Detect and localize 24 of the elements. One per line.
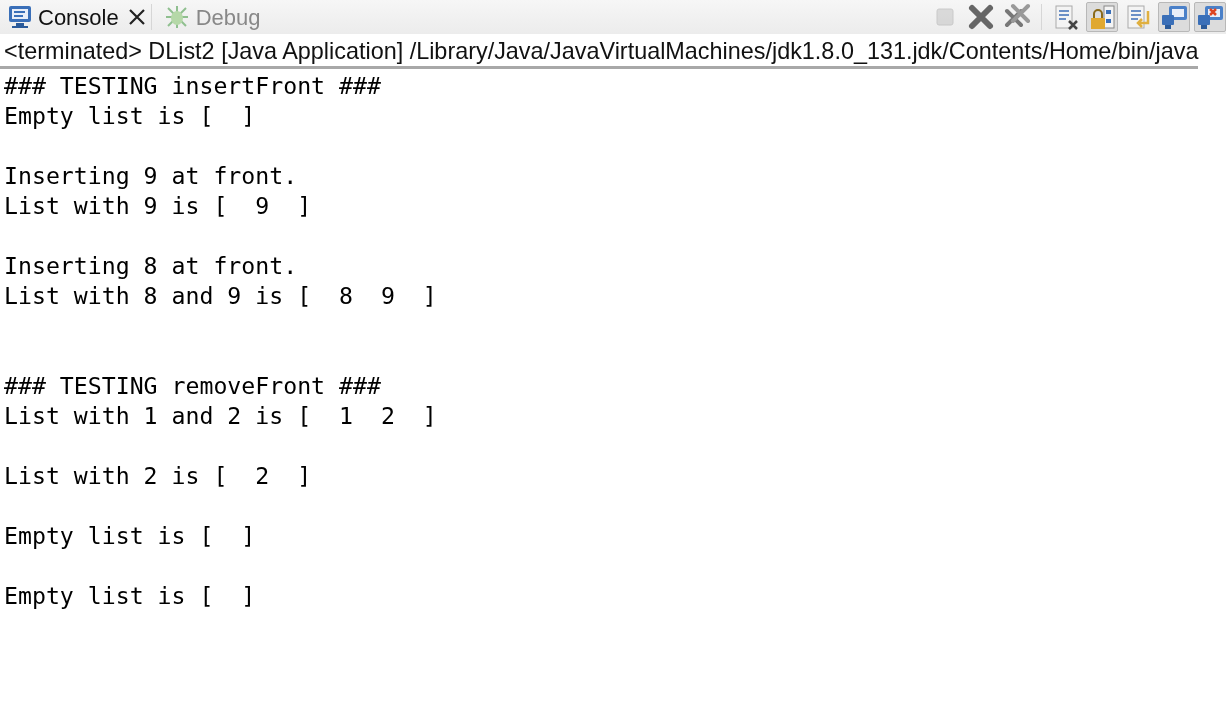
console-line: Inserting 9 at front. — [4, 161, 298, 191]
view-tab[interactable]: Console — [0, 0, 127, 34]
document-x-icon — [1052, 3, 1080, 31]
monitor-icon — [8, 5, 32, 29]
padlock-icon — [1088, 3, 1116, 31]
console-line: Inserting 8 at front. — [4, 251, 298, 281]
monitor-icon — [1160, 3, 1188, 31]
padlock-button[interactable] — [1086, 2, 1118, 32]
console-line: Empty list is [ ] — [4, 101, 256, 131]
monitor-x-button[interactable] — [1194, 2, 1226, 32]
close-icon — [967, 3, 995, 31]
monitor-x-icon — [1196, 3, 1224, 31]
console-line: List with 8 and 9 is [ 8 9 ] — [4, 281, 437, 311]
console-line: Empty list is [ ] — [4, 581, 256, 611]
console-line: List with 9 is [ 9 ] — [4, 191, 312, 221]
process-label: <terminated> DList2 [Java Application] /Library/Java/JavaVirtualMachines/jdk1.8.0_131.jdk/Contents/Home/bin/java — [0, 34, 1199, 69]
console-line: ### TESTING removeFront ### — [4, 371, 381, 401]
close-icon[interactable] — [126, 7, 147, 27]
console-line: List with 1 and 2 is [ 1 2 ] — [4, 401, 437, 431]
document-arrow-icon — [1124, 3, 1152, 31]
console-line: List with 2 is [ 2 ] — [4, 461, 312, 491]
monitor-button[interactable] — [1158, 2, 1190, 32]
console-line: Empty list is [ ] — [4, 521, 256, 551]
console-line: ### TESTING insertFront ### — [4, 71, 381, 101]
